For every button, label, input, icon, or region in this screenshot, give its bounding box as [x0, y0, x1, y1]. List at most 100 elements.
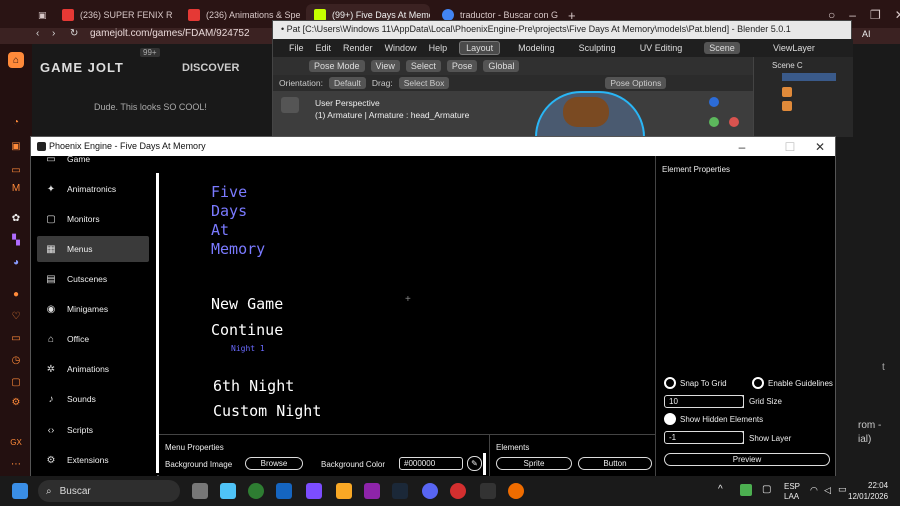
workspace-layout[interactable]: Layout	[459, 41, 501, 55]
menu-help[interactable]: Help	[429, 43, 448, 53]
menu-canvas[interactable]: Five Days At Memory New Game Continue Ni…	[159, 156, 655, 434]
discord-icon[interactable]	[422, 483, 438, 499]
orientation-dropdown[interactable]: Default	[328, 77, 366, 89]
clock-time[interactable]: 22:04	[868, 481, 888, 490]
gizmo-z-icon[interactable]	[709, 97, 719, 107]
menu-title-line[interactable]: At	[211, 221, 229, 239]
more-icon[interactable]: ⋯	[8, 456, 24, 472]
arc-icon[interactable]: ◔	[8, 114, 24, 130]
tray-app-icon[interactable]	[740, 484, 752, 496]
mode-selector[interactable]: Pose Mode	[309, 60, 365, 72]
minimize-button[interactable]: –	[725, 137, 759, 156]
transform-orientation[interactable]: Global	[483, 60, 520, 72]
chatgpt-icon[interactable]: ✿	[8, 210, 24, 226]
sidebar-item-menus[interactable]: ▦ Menus	[37, 236, 149, 262]
gx-icon[interactable]: GX	[8, 434, 24, 450]
close-button[interactable]: ✕	[803, 137, 837, 156]
twitch-icon[interactable]: ▚	[8, 232, 24, 248]
heart-icon[interactable]: ♡	[8, 308, 24, 324]
taskbar-search[interactable]: ⌕ Buscar	[38, 480, 180, 502]
copilot-icon[interactable]	[220, 483, 236, 499]
view-layer[interactable]: ViewLayer	[753, 39, 853, 57]
add-sprite-button[interactable]: Sprite	[496, 457, 572, 470]
workspace-modeling[interactable]: Modeling	[512, 42, 561, 54]
workspace-sculpting[interactable]: Sculpting	[573, 42, 622, 54]
clock-icon[interactable]: ◷	[8, 352, 24, 368]
chevron-up-icon[interactable]: ^	[718, 484, 723, 495]
color-picker-icon[interactable]: ✎	[467, 456, 482, 471]
outliner-scene[interactable]: Scene C	[754, 57, 853, 70]
panel-scrollbar[interactable]	[483, 453, 486, 475]
sports-icon[interactable]: ●	[8, 286, 24, 302]
sixth-night-element[interactable]: 6th Night	[213, 377, 294, 395]
sidebar-item-animations[interactable]: ✲ Animations	[37, 356, 149, 382]
drag-dropdown[interactable]: Select Box	[398, 77, 450, 89]
sidebar-item-office[interactable]: ⌂ Office	[37, 326, 149, 352]
add-button-button[interactable]: Button	[578, 457, 652, 470]
sidebar-item-minigames[interactable]: ◉ Minigames	[37, 296, 149, 322]
steam-icon[interactable]	[392, 483, 408, 499]
armature-icon[interactable]	[782, 87, 792, 97]
gizmo-x-icon[interactable]	[729, 117, 739, 127]
address-bar[interactable]: gamejolt.com/games/FDAM/924752	[90, 28, 250, 39]
file-explorer-icon[interactable]	[336, 483, 352, 499]
sidebar-item-scripts[interactable]: ‹› Scripts	[37, 417, 149, 443]
widgets-icon[interactable]	[306, 483, 322, 499]
ai-icon[interactable]: AI	[862, 29, 871, 39]
pose-options[interactable]: Pose Options	[605, 77, 667, 89]
language-indicator[interactable]: ESP	[784, 482, 800, 491]
edge-icon[interactable]	[248, 483, 264, 499]
menu-edit[interactable]: Edit	[316, 43, 332, 53]
maximize-icon[interactable]: ❐	[870, 8, 881, 22]
sidebar-item-monitors[interactable]: ▢ Monitors	[37, 206, 149, 232]
view-menu[interactable]: View	[370, 60, 400, 72]
custom-night-element[interactable]: Custom Night	[213, 402, 321, 420]
forward-icon[interactable]: ›	[52, 28, 55, 39]
close-icon[interactable]: ✕	[895, 8, 900, 22]
menu-title-line[interactable]: Five	[211, 183, 247, 201]
store-icon[interactable]: ▣	[8, 138, 24, 154]
browser-vertical-tabs-icon[interactable]: ▣	[30, 4, 54, 26]
discover-link[interactable]: DISCOVER	[182, 62, 239, 74]
viewport[interactable]: User Perspective (1) Armature | Armature…	[273, 91, 753, 137]
blender-icon[interactable]	[508, 483, 524, 499]
select-tool-icon[interactable]	[281, 97, 299, 113]
new-game-element[interactable]: New Game	[211, 295, 283, 313]
wallet-icon[interactable]: ▭	[8, 330, 24, 346]
discord-icon[interactable]: ◕	[8, 254, 24, 270]
tv-icon[interactable]: ▭	[8, 162, 24, 178]
ms-store-tray-icon[interactable]: ▢	[762, 484, 771, 495]
home-icon[interactable]: ⌂	[8, 52, 24, 68]
scene-selector[interactable]: Scene	[704, 42, 740, 54]
workspace-uv-editing[interactable]: UV Editing	[634, 42, 689, 54]
gizmo-y-icon[interactable]	[709, 117, 719, 127]
opera-gx-icon[interactable]	[450, 483, 466, 499]
outliner-row[interactable]	[782, 73, 836, 81]
show-layer-stepper[interactable]	[732, 431, 744, 444]
browse-button[interactable]: Browse	[245, 457, 303, 470]
sidebar-item-sounds[interactable]: ♪ Sounds	[37, 386, 149, 412]
pose-menu[interactable]: Pose	[446, 60, 478, 72]
phoenix-engine-icon[interactable]	[480, 483, 496, 499]
windows-start-icon[interactable]	[12, 483, 28, 499]
snap-to-grid-radio[interactable]	[664, 377, 676, 389]
character-head[interactable]	[563, 97, 609, 127]
menu-window[interactable]: Window	[385, 43, 417, 53]
bone-icon[interactable]	[782, 101, 792, 111]
reload-icon[interactable]: ↻	[70, 28, 78, 39]
grid-size-stepper[interactable]	[732, 395, 744, 408]
preview-button[interactable]: Preview	[664, 453, 830, 466]
store-icon[interactable]	[276, 483, 292, 499]
sidebar-item-extensions[interactable]: ⚙ Extensions	[37, 447, 149, 473]
enable-guidelines-radio[interactable]	[752, 377, 764, 389]
keyboard-layout[interactable]: LAA	[784, 492, 799, 501]
battery-icon[interactable]: ▭	[838, 484, 847, 495]
settings-icon[interactable]: ⚙	[8, 394, 24, 410]
messenger-icon[interactable]: M	[8, 180, 24, 196]
browser-tab-1[interactable]: (236) SUPER FENIX R	[54, 4, 172, 26]
media-player-icon[interactable]	[364, 483, 380, 499]
task-view-icon[interactable]	[192, 483, 208, 499]
box-icon[interactable]: ▢	[8, 374, 24, 390]
menu-title-line[interactable]: Days	[211, 202, 247, 220]
menu-title-line[interactable]: Memory	[211, 240, 265, 258]
